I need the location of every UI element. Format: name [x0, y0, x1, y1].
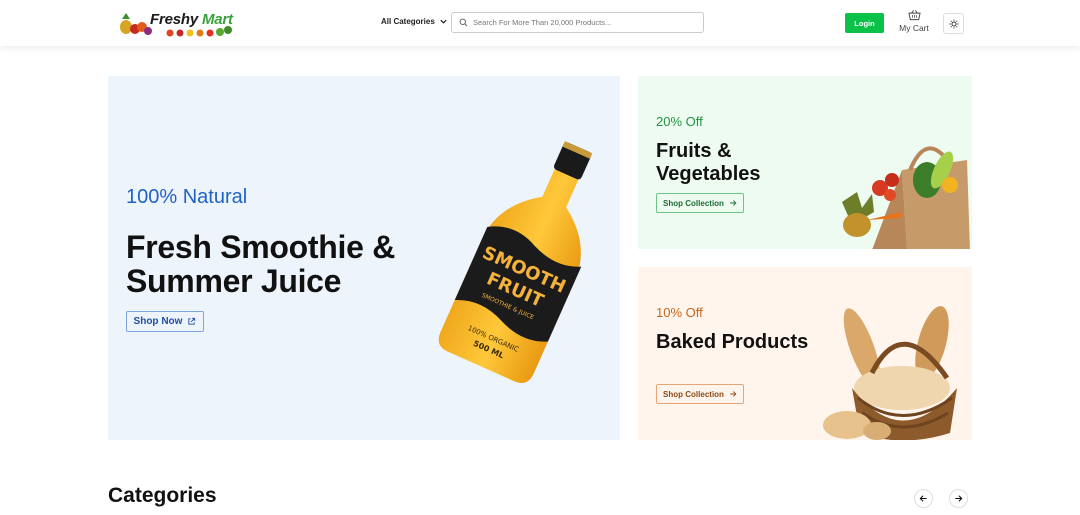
juice-bottle-image: SMOOTH FRUIT SMOOTHIE & JUICE 100% ORGAN… — [438, 141, 593, 383]
category-dropdown-label: All Categories — [381, 17, 435, 26]
arrow-right-icon — [730, 391, 737, 397]
login-button[interactable]: Login — [845, 13, 884, 33]
search-bar — [451, 12, 704, 33]
shop-collection-button[interactable]: Shop Collection — [656, 193, 744, 213]
hero-eyebrow: 100% Natural — [126, 186, 248, 208]
theme-toggle-button[interactable] — [943, 13, 964, 34]
basket-icon — [907, 10, 921, 21]
shop-now-button[interactable]: Shop Now — [126, 311, 204, 332]
shop-collection-label: Shop Collection — [663, 198, 724, 208]
shop-collection-button[interactable]: Shop Collection — [656, 384, 744, 404]
carousel-next-button[interactable] — [949, 489, 968, 508]
search-input[interactable] — [473, 18, 693, 27]
shop-now-label: Shop Now — [133, 316, 183, 327]
arrow-left-icon — [919, 495, 927, 502]
shop-collection-label: Shop Collection — [663, 389, 724, 399]
categories-heading: Categories — [108, 484, 217, 507]
category-dropdown[interactable]: All Categories — [381, 17, 448, 26]
arrow-right-icon — [730, 200, 737, 206]
promo-eyebrow: 20% Off — [656, 114, 703, 129]
promo-title: Baked Products — [656, 331, 809, 353]
external-link-icon — [188, 317, 196, 325]
bread-basket-image — [823, 306, 957, 440]
sun-icon — [949, 19, 958, 28]
cart-label: My Cart — [899, 23, 929, 33]
promo-card-baked: 10% Off Baked Products Shop Collection — [638, 267, 972, 440]
brand-logo[interactable]: Freshy Mart — [118, 9, 236, 37]
carousel-prev-button[interactable] — [914, 489, 933, 508]
hero-title: Fresh Smoothie & Summer Juice — [126, 229, 396, 299]
site-header: Freshy Mart All Categories Login My Cart — [0, 0, 1080, 46]
vegetable-bag-image — [842, 146, 970, 249]
brand-name-part2: Mart — [201, 11, 233, 28]
brand-name: Freshy Mart — [150, 11, 233, 28]
brand-name-part1: Freshy — [150, 11, 198, 28]
promo-title: Fruits & Vegetables — [656, 140, 761, 185]
promo-card-fruits: 20% Off Fruits & Vegetables Shop Collect… — [638, 76, 972, 249]
search-icon — [459, 18, 468, 27]
cart-button[interactable]: My Cart — [895, 9, 933, 33]
hero-banner: 100% Natural Fresh Smoothie & Summer Jui… — [108, 76, 620, 440]
promo-eyebrow: 10% Off — [656, 305, 703, 320]
arrow-right-icon — [955, 495, 963, 502]
chevron-down-icon — [440, 19, 447, 24]
